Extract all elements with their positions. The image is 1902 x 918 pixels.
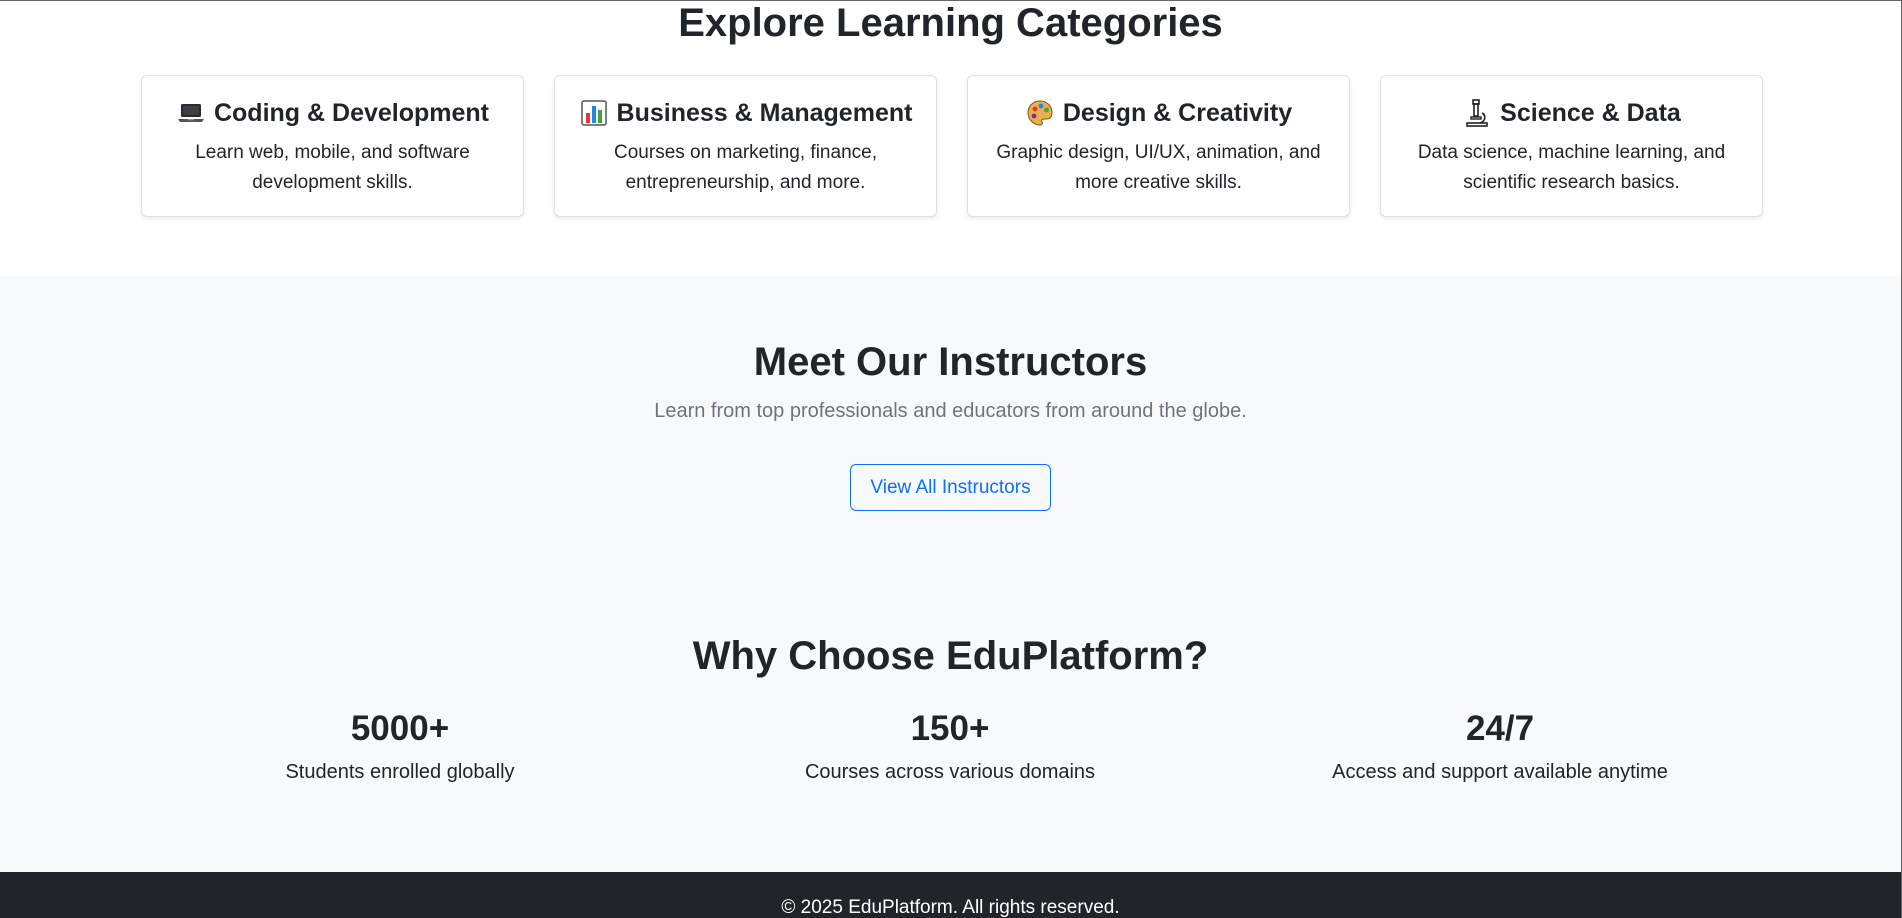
category-card-business[interactable]: Business & Management Courses on marketi… [554,75,937,217]
footer-copyright: © 2025 EduPlatform. All rights reserved. [781,897,1120,918]
category-card-title: Design & Creativity [968,96,1349,130]
microscope-icon [1462,98,1492,128]
categories-heading: Explore Learning Categories [678,1,1223,45]
why-heading: Why Choose EduPlatform? [692,634,1209,678]
category-card-description: Data science, machine learning, and scie… [1417,142,1726,193]
categories-section: Explore Learning Categories Coding & Dev… [0,1,1901,276]
instructors-and-why-section: Meet Our Instructors Learn from top prof… [0,276,1901,872]
stat-label: Courses across various domains [804,761,1096,783]
stat-courses: 150+ Courses across various domains [700,706,1200,786]
category-card-title-text: Business & Management [616,99,913,127]
laptop-icon [176,98,206,128]
category-card-title-text: Science & Data [1500,99,1681,127]
view-all-instructors-button[interactable]: View All Instructors [850,464,1051,511]
stat-support: 24/7 Access and support available anytim… [1250,706,1750,786]
stat-students: 5000+ Students enrolled globally [150,706,650,786]
footer: © 2025 EduPlatform. All rights reserved. [0,872,1901,918]
category-card-title-text: Coding & Development [213,99,489,127]
category-card-title: Science & Data [1381,96,1762,130]
category-card-title-text: Design & Creativity [1062,99,1293,127]
category-card-description: Courses on marketing, finance, entrepren… [614,142,877,193]
category-card-title: Business & Management [555,96,936,130]
stat-value: 5000+ [350,709,450,748]
instructors-heading: Meet Our Instructors [753,340,1148,384]
instructors-subheading: Learn from top professionals and educato… [654,400,1247,422]
category-card-coding[interactable]: Coding & Development Learn web, mobile, … [141,75,524,217]
category-card-description: Graphic design, UI/UX, animation, and mo… [996,142,1321,193]
category-card-design[interactable]: Design & Creativity Graphic design, UI/U… [967,75,1350,217]
category-card-title: Coding & Development [142,96,523,130]
stat-label: Access and support available anytime [1332,761,1668,783]
palette-icon [1025,98,1055,128]
bar-chart-icon [579,98,609,128]
category-card-science[interactable]: Science & Data Data science, machine lea… [1380,75,1763,217]
stat-value: 24/7 [1465,709,1535,748]
category-cards: Coding & Development Learn web, mobile, … [141,75,1763,217]
stat-label: Students enrolled globally [285,761,515,783]
stat-value: 150+ [910,709,990,748]
category-card-description: Learn web, mobile, and software developm… [195,142,470,193]
page: Explore Learning Categories Coding & Dev… [0,0,1902,918]
